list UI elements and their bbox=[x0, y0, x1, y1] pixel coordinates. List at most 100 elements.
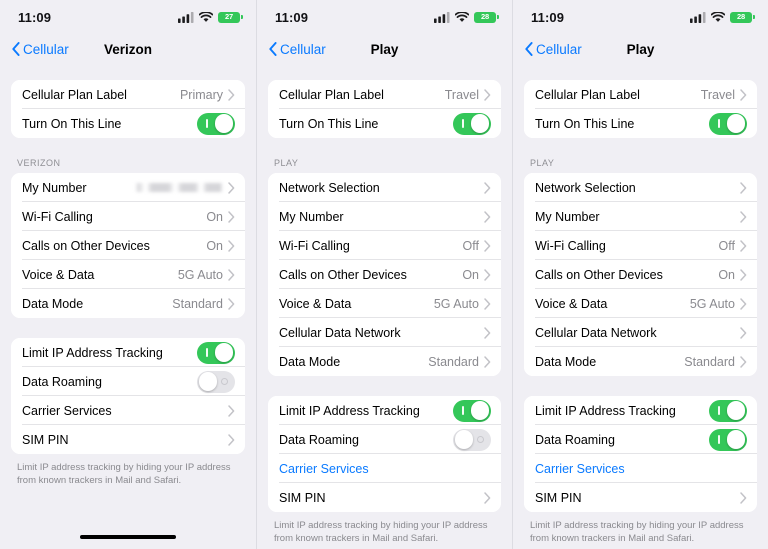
list-row[interactable]: Voice & Data 5G Auto bbox=[524, 289, 757, 318]
list-row[interactable]: Turn On This Line bbox=[11, 109, 245, 138]
list-row[interactable]: Turn On This Line bbox=[524, 109, 757, 138]
row-label: Turn On This Line bbox=[535, 116, 635, 131]
toggle-switch-turn-on-this-line[interactable] bbox=[453, 112, 491, 135]
list-row[interactable]: My Number bbox=[268, 202, 501, 231]
list-row[interactable]: Cellular Plan Label Travel bbox=[524, 80, 757, 109]
row-accessory: 5G Auto bbox=[434, 297, 491, 311]
carrier-settings-group: Network Selection My Number Wi-Fi Calling O… bbox=[268, 173, 501, 376]
row-label: Cellular Plan Label bbox=[279, 87, 384, 102]
list-row[interactable]: Limit IP Address Tracking bbox=[268, 396, 501, 425]
home-indicator-area bbox=[0, 531, 256, 549]
row-label: Limit IP Address Tracking bbox=[22, 345, 163, 360]
toggle-switch-data-roaming[interactable] bbox=[197, 370, 235, 393]
list-row[interactable]: SIM PIN bbox=[268, 483, 501, 512]
phone-screen-1: 11:09 27 Cellular Verizon Cellular Plan Labe… bbox=[0, 0, 256, 549]
list-row[interactable]: Data Roaming bbox=[524, 425, 757, 454]
list-row[interactable]: Wi-Fi Calling Off bbox=[524, 231, 757, 260]
settings-scroll-area[interactable]: Cellular Plan Label Travel Turn On This Li… bbox=[513, 64, 768, 546]
wifi-icon bbox=[455, 11, 469, 23]
back-button[interactable]: Cellular bbox=[525, 42, 582, 57]
row-label: My Number bbox=[535, 209, 600, 224]
list-row[interactable]: Cellular Data Network bbox=[268, 318, 501, 347]
row-accessory: Travel bbox=[701, 88, 747, 102]
row-value: On bbox=[718, 267, 735, 282]
row-label: Turn On This Line bbox=[279, 116, 379, 131]
settings-scroll-area[interactable]: Cellular Plan Label Primary Turn On This L… bbox=[0, 64, 256, 531]
list-row[interactable]: My Number bbox=[11, 173, 245, 202]
phone-screen-2: 11:09 28 Cellular Play Cellular Plan Label Tr… bbox=[256, 0, 512, 549]
row-label: Limit IP Address Tracking bbox=[535, 403, 676, 418]
list-row[interactable]: Data Roaming bbox=[11, 367, 245, 396]
list-row[interactable]: Calls on Other Devices On bbox=[524, 260, 757, 289]
carrier-settings-group: Network Selection My Number Wi-Fi Calling O… bbox=[524, 173, 757, 376]
list-row[interactable]: Data Mode Standard bbox=[11, 289, 245, 318]
list-row[interactable]: Voice & Data 5G Auto bbox=[268, 289, 501, 318]
list-row[interactable]: Cellular Plan Label Travel bbox=[268, 80, 501, 109]
list-row[interactable]: Turn On This Line bbox=[268, 109, 501, 138]
list-row[interactable]: Network Selection bbox=[524, 173, 757, 202]
row-value: 5G Auto bbox=[433, 296, 479, 311]
row-label: Calls on Other Devices bbox=[279, 267, 407, 282]
navigation-bar: Cellular Play bbox=[513, 34, 768, 64]
wifi-icon bbox=[711, 11, 725, 23]
list-row[interactable]: Data Mode Standard bbox=[268, 347, 501, 376]
toggle-switch-limit-ip-address-tracking[interactable] bbox=[453, 399, 491, 422]
footer-note: Limit IP address tracking by hiding your… bbox=[530, 520, 744, 544]
back-button[interactable]: Cellular bbox=[12, 42, 69, 57]
list-row[interactable]: Carrier Services bbox=[268, 454, 501, 483]
row-value: Standard bbox=[172, 296, 223, 311]
row-value: Primary bbox=[179, 87, 223, 102]
row-accessory: 5G Auto bbox=[690, 297, 747, 311]
list-row[interactable]: SIM PIN bbox=[11, 425, 245, 454]
status-indicators: 27 bbox=[178, 11, 243, 23]
toggle-switch-limit-ip-address-tracking[interactable] bbox=[197, 341, 235, 364]
row-accessory bbox=[135, 181, 235, 194]
list-row[interactable]: Wi-Fi Calling On bbox=[11, 202, 245, 231]
list-row[interactable]: Carrier Services bbox=[524, 454, 757, 483]
back-button[interactable]: Cellular bbox=[269, 42, 326, 57]
list-row[interactable]: Voice & Data 5G Auto bbox=[11, 260, 245, 289]
list-row[interactable]: Limit IP Address Tracking bbox=[524, 396, 757, 425]
toggle-switch-data-roaming[interactable] bbox=[709, 428, 747, 451]
row-accessory: Travel bbox=[445, 88, 491, 102]
privacy-settings-group: Limit IP Address Tracking Data Roaming Car… bbox=[268, 396, 501, 512]
row-accessory bbox=[228, 433, 235, 446]
toggle-switch-data-roaming[interactable] bbox=[453, 428, 491, 451]
row-accessory: Standard bbox=[172, 297, 235, 311]
settings-scroll-area[interactable]: Cellular Plan Label Travel Turn On This Li… bbox=[257, 64, 512, 546]
toggle-switch-turn-on-this-line[interactable] bbox=[197, 112, 235, 135]
list-row[interactable]: Cellular Data Network bbox=[524, 318, 757, 347]
status-indicators: 28 bbox=[690, 11, 755, 23]
list-row[interactable]: Data Mode Standard bbox=[524, 347, 757, 376]
row-accessory bbox=[197, 370, 235, 393]
list-row[interactable]: Wi-Fi Calling Off bbox=[268, 231, 501, 260]
row-value: On bbox=[206, 238, 223, 253]
row-label: Wi-Fi Calling bbox=[22, 209, 93, 224]
toggle-switch-limit-ip-address-tracking[interactable] bbox=[709, 399, 747, 422]
list-row[interactable]: Data Roaming bbox=[268, 425, 501, 454]
status-bar: 11:09 28 bbox=[257, 0, 512, 34]
row-label: Limit IP Address Tracking bbox=[279, 403, 420, 418]
list-row[interactable]: Calls on Other Devices On bbox=[268, 260, 501, 289]
list-row[interactable]: Network Selection bbox=[268, 173, 501, 202]
list-row[interactable]: Limit IP Address Tracking bbox=[11, 338, 245, 367]
list-row[interactable]: Cellular Plan Label Primary bbox=[11, 80, 245, 109]
home-indicator[interactable] bbox=[80, 535, 176, 539]
back-button-label: Cellular bbox=[280, 41, 326, 57]
list-row[interactable]: Calls on Other Devices On bbox=[11, 231, 245, 260]
row-accessory: Standard bbox=[428, 355, 491, 369]
list-row[interactable]: SIM PIN bbox=[524, 483, 757, 512]
row-label: My Number bbox=[22, 180, 87, 195]
plan-settings-group: Cellular Plan Label Travel Turn On This Li… bbox=[268, 80, 501, 138]
footer-note: Limit IP address tracking by hiding your… bbox=[17, 462, 231, 486]
row-label: Calls on Other Devices bbox=[535, 267, 663, 282]
row-accessory: On bbox=[206, 210, 235, 224]
toggle-switch-turn-on-this-line[interactable] bbox=[709, 112, 747, 135]
chevron-left-icon bbox=[525, 42, 533, 56]
toggle-knob bbox=[726, 430, 746, 449]
list-row[interactable]: My Number bbox=[524, 202, 757, 231]
list-row[interactable]: Carrier Services bbox=[11, 396, 245, 425]
row-label: Data Mode bbox=[279, 354, 341, 369]
row-label: Cellular Data Network bbox=[279, 325, 401, 340]
footer-note: Limit IP address tracking by hiding your… bbox=[274, 520, 488, 544]
